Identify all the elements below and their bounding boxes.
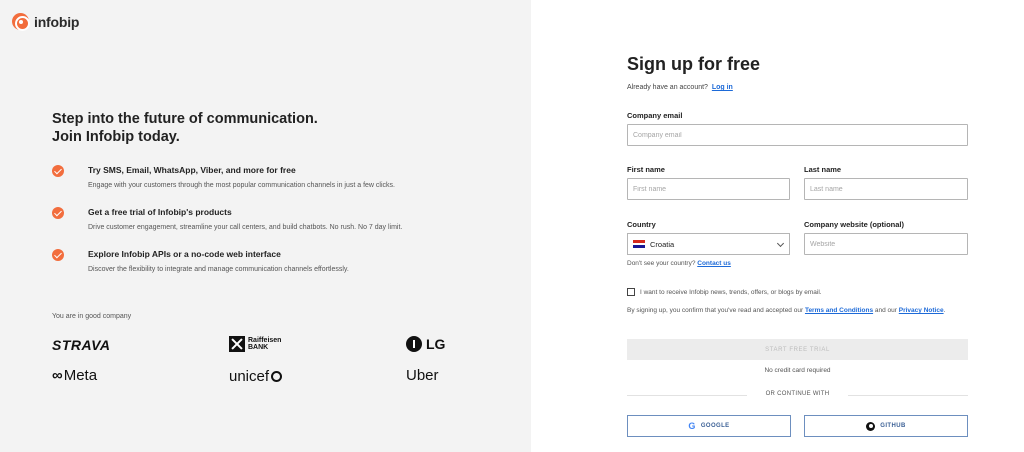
good-company-label: You are in good company	[52, 313, 132, 320]
signup-panel: Sign up for free Already have an account…	[531, 0, 1024, 452]
newsletter-label: I want to receive Infobip news, trends, …	[640, 289, 822, 296]
feature-title: Try SMS, Email, WhatsApp, Viber, and mor…	[88, 165, 296, 175]
raiffeisen-text-2: BANK	[248, 344, 269, 351]
feature-item: Get a free trial of Infobip's products D…	[52, 205, 492, 247]
google-button-label: GOOGLE	[700, 423, 730, 429]
feature-title: Explore Infobip APIs or a no-code web in…	[88, 249, 281, 259]
infobip-logo[interactable]: infobip	[12, 13, 80, 31]
check-circle-icon	[52, 207, 64, 219]
country-label: Country	[627, 220, 656, 229]
left-panel: infobip Step into the future of communic…	[0, 0, 531, 452]
email-label: Company email	[627, 111, 683, 120]
consent-text: By signing up, you confirm that you've r…	[627, 307, 945, 314]
contact-us-link[interactable]: Contact us	[697, 260, 731, 267]
hero-line-1: Step into the future of communication.	[52, 111, 318, 127]
country-value: Croatia	[650, 239, 675, 249]
country-select[interactable]: Croatia	[627, 233, 790, 255]
meta-text: Meta	[63, 367, 98, 384]
github-icon	[866, 421, 876, 431]
raiffeisen-text-1: Raiffeisen	[248, 337, 282, 344]
raiffeisen-logo: Raiffeisen BANK	[229, 336, 281, 352]
google-icon: G	[688, 421, 696, 431]
consent-period: .	[943, 307, 946, 314]
login-prompt-text: Already have an account?	[627, 84, 708, 91]
unicef-text: unicef	[229, 368, 270, 385]
login-link[interactable]: Log in	[712, 84, 733, 91]
feature-list: Try SMS, Email, WhatsApp, Viber, and mor…	[52, 163, 492, 289]
country-help-text: Don't see your country?	[627, 260, 696, 267]
hero-line-2: Join Infobip today.	[52, 129, 180, 145]
divider-right	[848, 395, 968, 396]
feature-item: Try SMS, Email, WhatsApp, Viber, and mor…	[52, 163, 492, 205]
check-circle-icon	[52, 165, 64, 177]
strava-logo: STRAVA	[52, 337, 111, 353]
uber-logo: Uber	[406, 367, 439, 384]
check-circle-icon	[52, 249, 64, 261]
consent-prefix: By signing up, you confirm that you've r…	[627, 307, 804, 314]
no-card-note: No credit card required	[764, 367, 831, 374]
terms-link[interactable]: Terms and Conditions	[805, 307, 873, 314]
email-field[interactable]	[627, 124, 968, 146]
logo-text: infobip	[34, 13, 80, 30]
website-field[interactable]	[804, 233, 968, 255]
lg-text: LG	[426, 336, 446, 352]
raiffeisen-icon	[229, 336, 245, 352]
login-prompt: Already have an account? Log in	[627, 84, 733, 91]
newsletter-checkbox[interactable]	[627, 288, 635, 296]
meta-logo: ∞ Meta	[52, 367, 97, 384]
github-button-label: GITHUB	[880, 423, 906, 429]
last-name-label: Last name	[804, 165, 842, 174]
feature-description: Engage with your customers through the m…	[88, 182, 395, 189]
feature-description: Discover the flexibility to integrate an…	[88, 266, 349, 273]
chevron-down-icon	[776, 239, 785, 248]
infobip-logo-icon	[12, 13, 30, 31]
form-title: Sign up for free	[627, 54, 761, 74]
unicef-logo: unicef	[229, 368, 283, 385]
lg-logo: LG	[406, 336, 445, 352]
first-name-field[interactable]	[627, 178, 790, 200]
website-label: Company website (optional)	[804, 220, 905, 229]
last-name-field[interactable]	[804, 178, 968, 200]
consent-and: and our	[874, 307, 897, 314]
google-signin-button[interactable]: G GOOGLE	[627, 415, 791, 437]
privacy-link[interactable]: Privacy Notice	[899, 307, 944, 314]
meta-infinity-icon: ∞	[52, 367, 63, 384]
feature-item: Explore Infobip APIs or a no-code web in…	[52, 247, 492, 289]
start-free-trial-button[interactable]: START FREE TRIAL	[627, 339, 968, 360]
country-help: Don't see your country? Contact us	[627, 260, 731, 267]
or-continue-label: OR CONTINUE WITH	[765, 391, 830, 397]
croatia-flag-icon	[633, 240, 645, 249]
hero-headline: Step into the future of communication. J…	[52, 110, 318, 146]
lg-icon	[406, 336, 422, 352]
github-signin-button[interactable]: GITHUB	[804, 415, 968, 437]
first-name-label: First name	[627, 165, 665, 174]
feature-description: Drive customer engagement, streamline yo…	[88, 224, 403, 231]
feature-title: Get a free trial of Infobip's products	[88, 207, 232, 217]
globe-icon	[271, 371, 283, 382]
